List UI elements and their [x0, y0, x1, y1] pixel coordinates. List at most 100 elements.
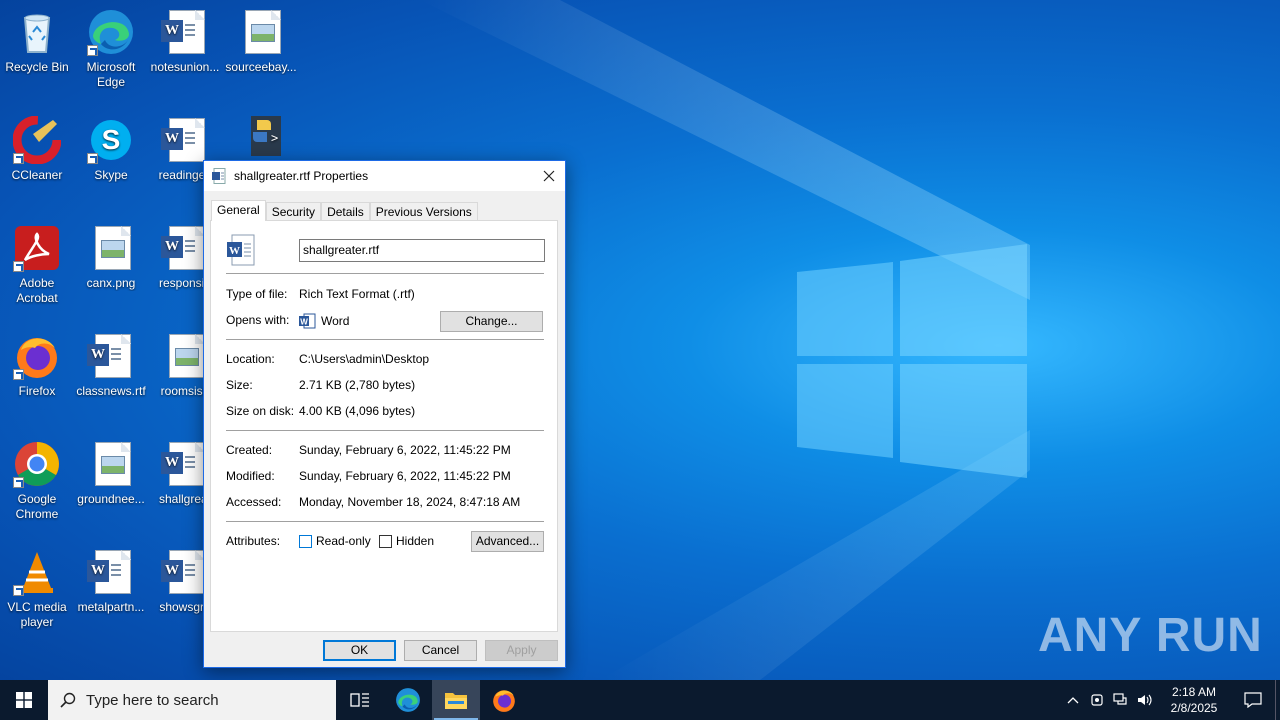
cancel-button[interactable]: Cancel — [404, 640, 477, 661]
word-document-icon: W — [87, 332, 135, 380]
show-desktop-button[interactable] — [1275, 680, 1280, 720]
shortcut-arrow-icon — [13, 153, 24, 164]
start-button[interactable] — [0, 680, 48, 720]
change-button[interactable]: Change... — [440, 311, 543, 332]
task-view-icon — [350, 693, 369, 707]
ok-button[interactable]: OK — [323, 640, 396, 661]
modified-label: Modified: — [226, 469, 275, 483]
desktop-icon-chrome[interactable]: Google Chrome — [0, 440, 74, 522]
desktop-icon-label: Recycle Bin — [5, 60, 69, 74]
desktop-icon-label: Firefox — [18, 384, 56, 398]
recycle-bin-icon — [13, 8, 61, 56]
clock[interactable]: 2:18 AM 2/8/2025 — [1157, 684, 1231, 716]
taskbar-file-explorer[interactable] — [432, 680, 480, 720]
created-value: Sunday, February 6, 2022, 11:45:22 PM — [299, 443, 511, 457]
dialog-titlebar[interactable]: shallgreater.rtf Properties — [204, 161, 565, 191]
action-center-button[interactable] — [1231, 680, 1275, 720]
desktop-icon-skype[interactable]: S Skype — [74, 116, 148, 183]
word-document-icon: W — [87, 548, 135, 596]
divider — [226, 521, 544, 522]
shortcut-arrow-icon — [13, 585, 24, 596]
type-label: Type of file: — [226, 287, 288, 301]
checkbox-box — [299, 534, 312, 548]
desktop-icon-firefox[interactable]: Firefox — [0, 332, 74, 399]
tab-previous-versions[interactable]: Previous Versions — [369, 202, 478, 221]
shortcut-arrow-icon — [87, 45, 98, 56]
clock-time: 2:18 AM — [1171, 685, 1217, 699]
dialog-title: shallgreater.rtf Properties — [234, 169, 369, 183]
desktop-icon-label: canx.png — [86, 276, 136, 290]
checkbox-box — [379, 534, 392, 548]
desktop-icon-sourceebay[interactable]: sourceebay... — [224, 8, 298, 75]
readonly-checkbox[interactable]: Read-only — [299, 534, 371, 548]
desktop-icon-vlc[interactable]: VLC media player — [0, 548, 74, 630]
desktop-icon-recycle-bin[interactable]: Recycle Bin — [0, 8, 74, 75]
type-value: Rich Text Format (.rtf) — [299, 287, 415, 301]
desktop-icon-label: Skype — [94, 168, 128, 182]
tab-security[interactable]: Security — [265, 202, 322, 221]
size-on-disk-label: Size on disk: — [226, 404, 295, 418]
hidden-label: Hidden — [396, 534, 435, 548]
volume-button[interactable] — [1133, 680, 1157, 720]
word-document-icon: W — [161, 548, 209, 596]
hidden-checkbox[interactable]: Hidden — [379, 534, 434, 548]
svg-text:W: W — [229, 245, 240, 257]
desktop-icon-canx[interactable]: canx.png — [74, 224, 148, 291]
tab-general[interactable]: General — [211, 200, 266, 221]
word-icon: W — [299, 313, 316, 329]
word-document-icon: W — [161, 8, 209, 56]
apply-button[interactable]: Apply — [485, 640, 558, 661]
chevron-up-icon — [1067, 697, 1079, 704]
notification-icon — [1244, 692, 1262, 708]
search-icon — [60, 692, 76, 708]
close-button[interactable] — [533, 161, 565, 191]
size-label: Size: — [226, 378, 253, 392]
desktop-icon-label: VLC media player — [7, 600, 67, 629]
desktop-icon-classnews[interactable]: W classnews.rtf — [74, 332, 148, 399]
desktop-icon-label: groundnee... — [77, 492, 145, 506]
taskbar-edge[interactable] — [384, 680, 432, 720]
firefox-icon — [493, 690, 515, 712]
close-icon — [543, 170, 555, 182]
divider — [226, 273, 544, 274]
advanced-button[interactable]: Advanced... — [471, 531, 544, 552]
general-panel: W shallgreater.rtf Type of file: Rich Te… — [210, 220, 558, 632]
image-file-icon — [237, 8, 285, 56]
file-name-field[interactable]: shallgreater.rtf — [299, 239, 545, 262]
tab-details[interactable]: Details — [321, 202, 370, 221]
desktop-icon-python[interactable]: > — [224, 112, 298, 164]
word-document-icon: W — [161, 224, 209, 272]
desktop-icon-ccleaner[interactable]: CCleaner — [0, 115, 74, 183]
task-view-button[interactable] — [336, 680, 384, 720]
desktop-icon-metalpartn[interactable]: W metalpartn... — [74, 548, 148, 615]
acrobat-icon — [13, 224, 61, 272]
taskbar-firefox[interactable] — [480, 680, 528, 720]
accessed-label: Accessed: — [226, 495, 282, 509]
network-icon — [1113, 693, 1127, 705]
desktop-icon-label: Microsoft Edge — [86, 60, 136, 89]
divider — [226, 339, 544, 340]
shortcut-arrow-icon — [13, 477, 24, 488]
clock-date: 2/8/2025 — [1170, 701, 1218, 715]
divider — [226, 430, 544, 431]
search-box[interactable]: Type here to search — [48, 680, 336, 720]
svg-text:S: S — [102, 124, 121, 155]
desktop-icon-notesunion[interactable]: W notesunion... — [148, 8, 222, 75]
desktop-icon-acrobat[interactable]: Adobe Acrobat — [0, 224, 74, 306]
speaker-icon — [1138, 694, 1152, 706]
vlc-icon — [13, 548, 61, 596]
desktop-icon-edge[interactable]: Microsoft Edge — [74, 8, 148, 90]
windows-logo-icon — [16, 692, 32, 708]
show-hidden-icons-button[interactable] — [1061, 680, 1085, 720]
svg-text:>: > — [271, 131, 278, 145]
edge-icon — [396, 688, 420, 712]
tray-app-button[interactable] — [1085, 680, 1109, 720]
edge-icon — [87, 8, 135, 56]
svg-text:W: W — [300, 318, 308, 327]
network-button[interactable] — [1109, 680, 1133, 720]
location-label: Location: — [226, 352, 275, 366]
desktop-icon-groundnee[interactable]: groundnee... — [74, 440, 148, 507]
opens-with-label: Opens with: — [226, 313, 290, 327]
file-type-icon: W — [226, 234, 256, 266]
image-file-icon — [161, 332, 209, 380]
